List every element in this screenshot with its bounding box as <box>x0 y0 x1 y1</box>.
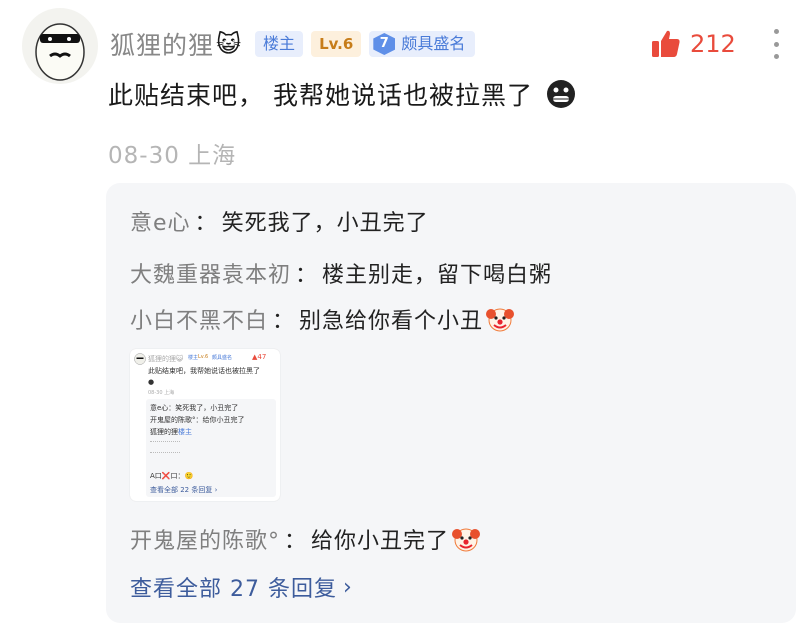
reply-text: 笑死我了，小丑完了 <box>221 211 429 236</box>
reply-user[interactable]: 小白不黑不白 <box>130 303 268 335</box>
reply-item[interactable]: 小白不黑不白 ： 别急给你看个小丑 <box>130 303 515 335</box>
thumb-reply-4: A口❌口：🙂 <box>150 472 194 480</box>
thumb-content: 此贴结束吧，我帮她说话也被拉黑了 <box>148 367 260 375</box>
thumb-level-badge: Lv.6 <box>198 354 209 360</box>
gem-icon: 7 <box>373 33 396 55</box>
view-all-replies-link[interactable]: 查看全部 27 条回复 › <box>130 571 353 603</box>
post-header: 狐狸的狸 😺 楼主 Lv.6 7 颇具盛名 <box>110 26 476 62</box>
host-badge: 楼主 <box>255 31 304 57</box>
thumb-reply-2: 开鬼屋的陈歌°：给你小丑完了 <box>150 416 245 424</box>
reputation-label: 颇具盛名 <box>401 34 466 53</box>
reply-text: 给你小丑完了 <box>311 529 450 554</box>
reply-separator: ： <box>295 263 319 288</box>
thumb-reply-1: 意e心：笑死我了，小丑完了 <box>150 404 239 412</box>
thumb-username: 狐狸的狸😺 <box>148 355 184 363</box>
reply-user[interactable]: 意e心 <box>130 205 191 237</box>
thumbs-up-icon <box>652 30 680 57</box>
thumb-avatar-icon <box>134 353 146 365</box>
reply-item[interactable]: 大魏重器袁本初 ： 楼主别走，留下喝白粥 <box>130 257 552 289</box>
replies-panel: 意e心 ： 笑死我了，小丑完了 大魏重器袁本初 ： 楼主别走，留下喝白粥 小白不… <box>106 183 796 623</box>
view-all-label: 查看全部 27 条回复 <box>130 577 337 602</box>
reply-text: 楼主别走，留下喝白粥 <box>322 263 553 288</box>
post-content: 此贴结束吧， 我帮她说话也被拉黑了 <box>108 76 577 112</box>
like-count: 212 <box>690 30 736 58</box>
embedded-image[interactable]: 狐狸的狸😺 楼主 Lv.6 颇具盛名 ▲47 此贴结束吧，我帮她说话也被拉黑了 … <box>130 349 280 501</box>
username[interactable]: 狐狸的狸 <box>110 26 214 62</box>
thumb-reply-3: 狐狸的狸楼主 <box>150 428 192 436</box>
reply-text: 别急给你看个小丑 <box>299 309 484 334</box>
grinning-black-face-icon <box>546 80 575 108</box>
like-button[interactable]: 212 <box>650 28 736 60</box>
thumb-host-badge: 楼主 <box>188 355 199 361</box>
thumb-meta: 08-30 上海 <box>148 390 175 396</box>
reply-user[interactable]: 大魏重器袁本初 <box>130 257 291 289</box>
avatar[interactable] <box>22 8 98 84</box>
thumb-like-count: ▲47 <box>252 353 267 361</box>
post-location: 上海 <box>188 143 237 169</box>
more-options-icon[interactable] <box>770 26 782 62</box>
post-text: 此贴结束吧， 我帮她说话也被拉黑了 <box>108 81 533 110</box>
clown-face-icon <box>452 528 481 552</box>
level-badge[interactable]: Lv.6 <box>311 31 362 57</box>
reputation-badge[interactable]: 7 颇具盛名 <box>369 31 476 57</box>
reply-separator: ： <box>284 529 308 554</box>
reply-item[interactable]: 意e心 ： 笑死我了，小丑完了 <box>130 205 429 237</box>
reply-user[interactable]: 开鬼屋的陈歌° <box>130 523 280 555</box>
thumb-rep-badge: 颇具盛名 <box>212 355 233 361</box>
reply-separator: ： <box>272 309 296 334</box>
post-meta: 08-30 上海 <box>108 136 236 170</box>
reply-item[interactable]: 开鬼屋的陈歌° ： 给你小丑完了 <box>130 523 481 555</box>
post-date: 08-30 <box>108 143 180 169</box>
reply-separator: ： <box>194 211 218 236</box>
thumb-view-all: 查看全部 22 条回复 › <box>150 486 218 494</box>
thumb-face-icon: ● <box>148 378 155 386</box>
clown-face-icon <box>486 308 515 332</box>
chevron-right-icon: › <box>342 574 353 600</box>
cat-emoji-icon: 😺 <box>216 30 242 58</box>
